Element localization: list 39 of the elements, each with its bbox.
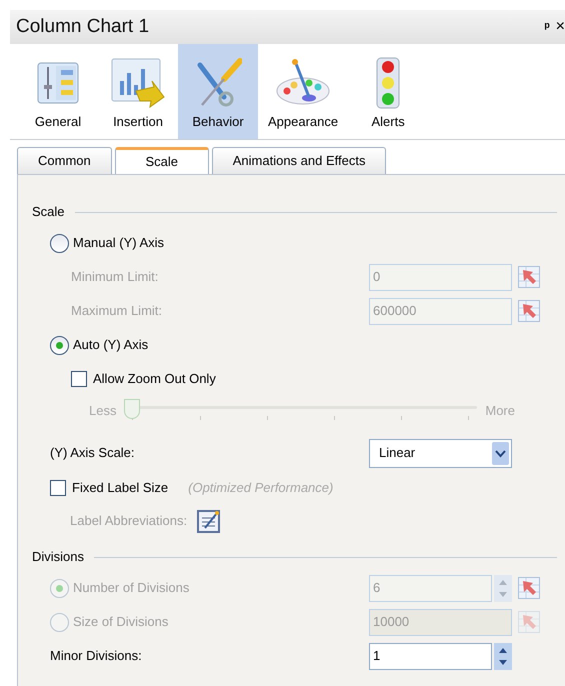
field-label: Label Abbreviations:: [70, 512, 188, 530]
edit-list-icon[interactable]: [197, 509, 222, 533]
radio-label: Number of Divisions: [73, 579, 190, 598]
tab[interactable]: Common: [17, 147, 112, 174]
field-label: Minor Divisions:: [50, 647, 143, 666]
scale-dropdown[interactable]: Linear: [369, 438, 512, 468]
tab[interactable]: Animations and Effects: [212, 147, 386, 174]
category-tab[interactable]: Insertion: [98, 44, 178, 139]
category-tab[interactable]: Appearance: [258, 44, 348, 139]
slider-max-label: More: [485, 402, 515, 420]
checkbox-label: Allow Zoom Out Only: [93, 370, 216, 388]
radio-label: Auto (Y) Axis: [73, 336, 148, 354]
slider-track[interactable]: [124, 399, 478, 423]
category-tab[interactable]: General: [18, 44, 98, 139]
section-header: Divisions: [32, 548, 84, 566]
radio-label: Manual (Y) Axis: [73, 234, 164, 252]
radio-button[interactable]: [50, 336, 69, 354]
slider-min-label: Less: [89, 402, 116, 420]
pin-button[interactable]: ᵖ: [544, 17, 550, 37]
radio-button[interactable]: [50, 234, 69, 252]
field-label: Maximum Limit:: [71, 302, 164, 320]
note-text: (Optimized Performance): [188, 478, 334, 497]
close-button[interactable]: ×: [556, 19, 565, 35]
field-label: (Y) Axis Scale:: [50, 444, 136, 462]
checkbox[interactable]: [71, 370, 87, 386]
window-title: Column Chart 1: [16, 14, 150, 39]
category-tab[interactable]: Alerts: [348, 44, 428, 139]
tab[interactable]: Scale: [114, 147, 209, 174]
text-field[interactable]: 1: [369, 642, 492, 670]
section-header: Scale: [32, 203, 65, 222]
field-label: Minimum Limit:: [71, 268, 160, 286]
spin-button[interactable]: [494, 642, 512, 670]
category-tab[interactable]: Behavior: [178, 44, 258, 139]
radio-label: Size of Divisions: [73, 613, 168, 632]
chart-arrow-icon: [110, 56, 166, 108]
settings-panel-icon: [36, 60, 80, 104]
chevron-down-icon: [492, 442, 509, 464]
checkbox[interactable]: [50, 480, 66, 496]
checkbox-label: Fixed Label Size: [72, 478, 168, 497]
